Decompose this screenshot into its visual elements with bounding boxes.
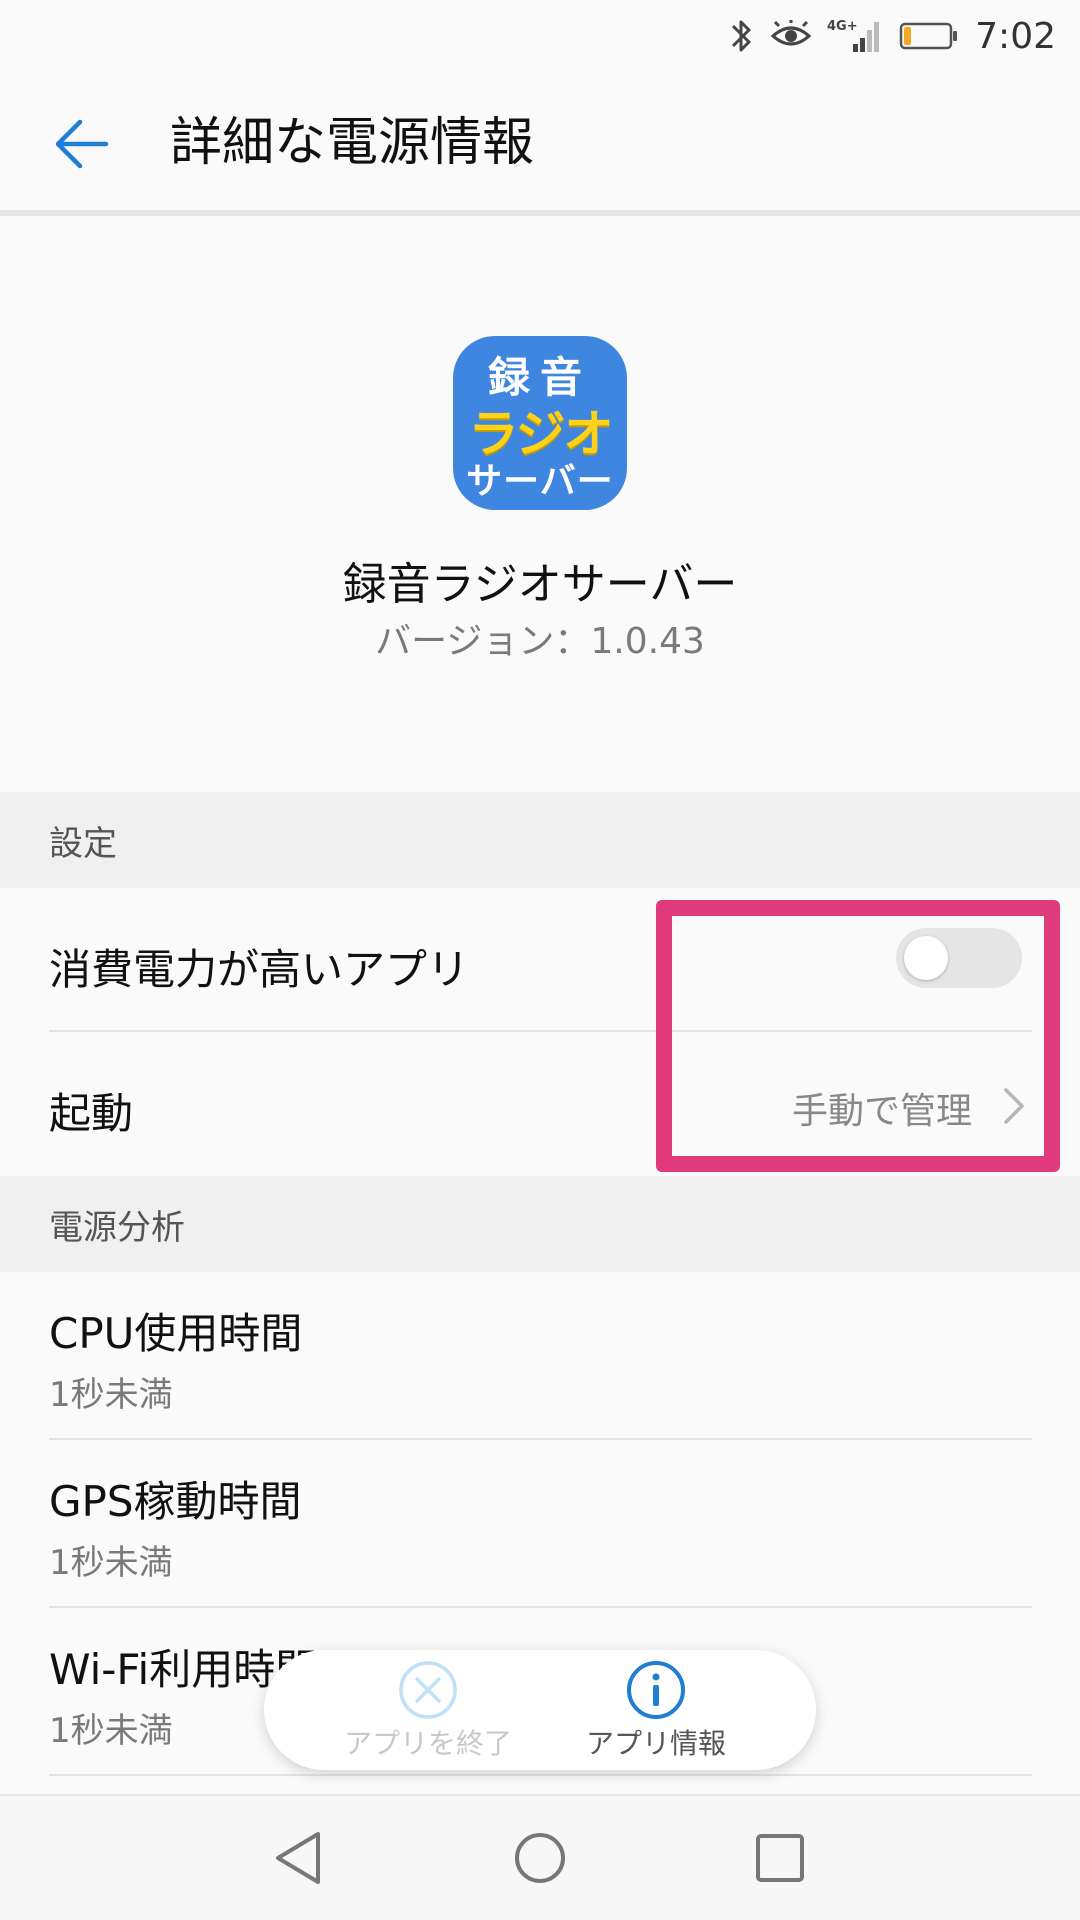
- info-circle-icon: [627, 1661, 685, 1719]
- force-stop-button[interactable]: アプリを終了: [308, 1660, 548, 1764]
- nav-back-icon[interactable]: [268, 1826, 332, 1890]
- status-bar: 4G+ 7:02: [0, 0, 1080, 72]
- section-header-settings: 設定: [0, 792, 1080, 888]
- battery-fill: [904, 27, 912, 45]
- row-divider: [49, 1774, 1032, 1776]
- back-arrow-icon[interactable]: [50, 114, 110, 174]
- bluetooth-icon: [729, 16, 755, 56]
- network-type-label: 4G+: [827, 19, 858, 34]
- status-time: 7:02: [975, 15, 1056, 57]
- cpu-time-value: 1秒未満: [49, 1375, 173, 1415]
- app-name: 録音ラジオサーバー: [342, 559, 738, 610]
- battery-icon: [899, 21, 959, 51]
- app-bar: 詳細な電源情報: [0, 72, 1080, 212]
- app-icon: 録音 ラジオ サーバー: [453, 336, 627, 510]
- cpu-time-label: CPU使用時間: [49, 1309, 303, 1358]
- gps-time-value: 1秒未満: [49, 1543, 173, 1583]
- row-divider: [49, 1438, 1032, 1440]
- row-divider: [49, 1606, 1032, 1608]
- app-info-label: アプリ情報: [585, 1727, 726, 1760]
- signal-icon: 4G+: [827, 16, 883, 56]
- header-divider: [0, 210, 1080, 216]
- system-navigation-bar: [0, 1794, 1080, 1920]
- close-circle-icon: [399, 1661, 457, 1719]
- app-version: バージョン：1.0.43: [375, 621, 705, 662]
- page-title: 詳細な電源情報: [170, 113, 535, 173]
- list-item: CPU使用時間 1秒未満: [0, 1300, 1080, 1416]
- gps-time-label: GPS稼動時間: [49, 1477, 302, 1526]
- highlight-annotation-box: [656, 900, 1060, 1172]
- force-stop-label: アプリを終了: [343, 1727, 512, 1760]
- eye-comfort-icon: [771, 20, 812, 52]
- nav-recents-icon[interactable]: [748, 1826, 812, 1890]
- app-icon-text-bottom: サーバー: [466, 461, 614, 502]
- app-info-button[interactable]: アプリ情報: [536, 1660, 776, 1764]
- nav-home-icon[interactable]: [508, 1826, 572, 1890]
- section-header-power-analysis: 電源分析: [0, 1176, 1080, 1272]
- floating-action-bar: アプリを終了 アプリ情報: [264, 1650, 816, 1770]
- list-item: GPS稼動時間 1秒未満: [0, 1468, 1080, 1584]
